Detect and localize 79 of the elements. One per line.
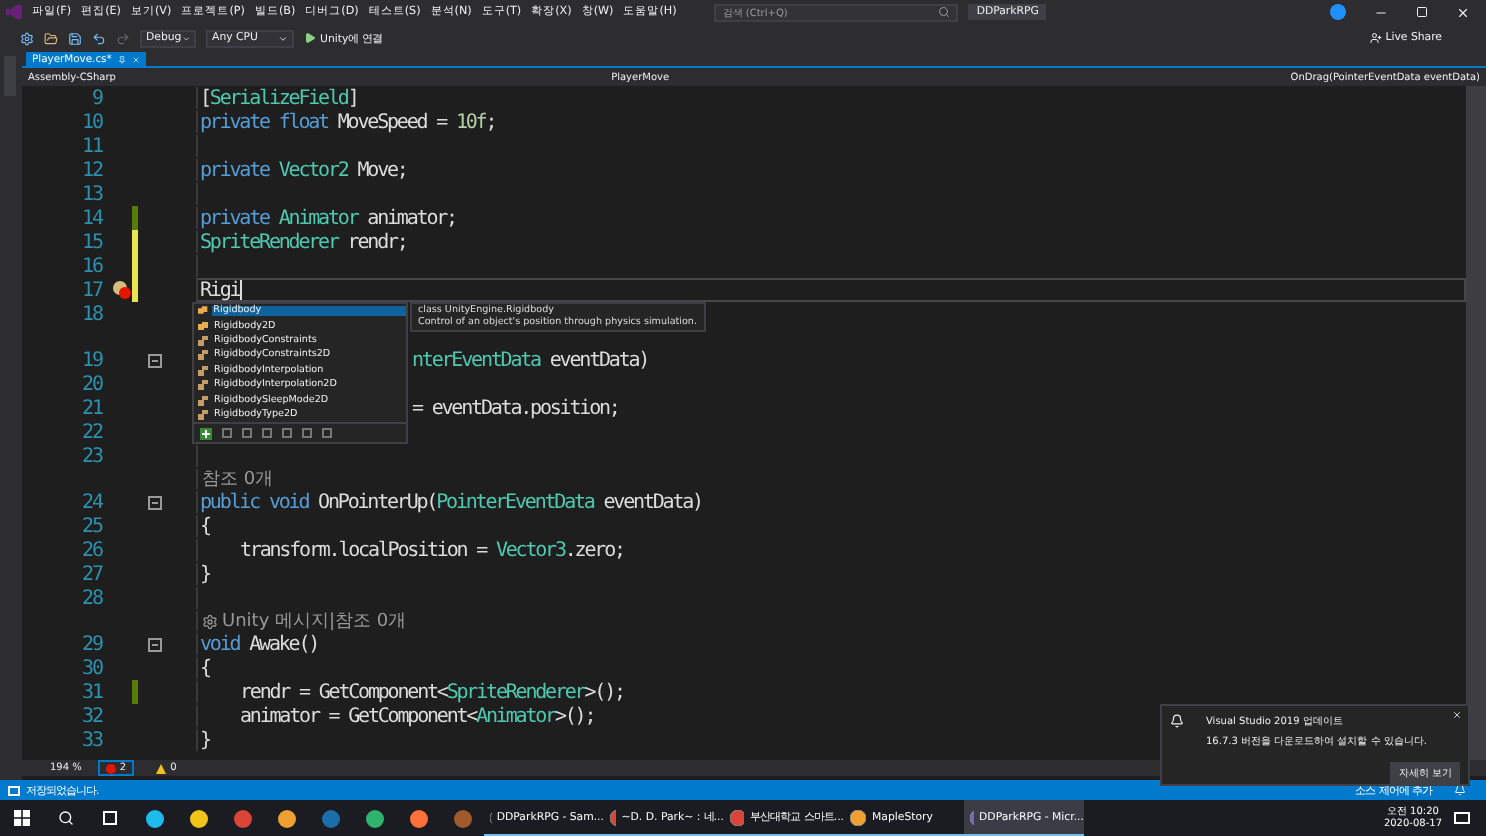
account-avatar[interactable]: [1330, 4, 1346, 20]
caret-icon: [181, 33, 190, 43]
line-number: 23: [79, 445, 102, 467]
line-number: 11: [79, 135, 102, 157]
code-line: Rigi: [200, 279, 242, 301]
redo-icon[interactable]: [116, 31, 130, 45]
search-icon: [938, 6, 951, 18]
settings-icon[interactable]: [20, 31, 34, 45]
error-icon: [105, 763, 116, 773]
line-number: 19: [79, 349, 102, 371]
line-number: 14: [79, 207, 102, 229]
code-line: private Animator animator;: [200, 207, 456, 229]
maximize-icon[interactable]: [1416, 6, 1428, 18]
scrollbar[interactable]: [1466, 86, 1486, 760]
enum-icon: [198, 350, 208, 361]
task-view-icon[interactable]: [102, 810, 118, 826]
code-line: animator = GetComponent<Animator>();: [240, 705, 595, 727]
line-number: 9: [89, 87, 102, 109]
enum-icon: [198, 365, 208, 376]
bell-icon[interactable]: [1454, 784, 1466, 796]
code-line: transform.localPosition = Vector3.zero;: [240, 539, 624, 561]
line-number: 17: [79, 279, 102, 301]
collapse-icon[interactable]: [148, 354, 162, 368]
notification-icon[interactable]: [1454, 811, 1470, 825]
bell-icon: [1170, 714, 1184, 728]
line-number: 28: [79, 587, 102, 609]
line-number: 25: [79, 515, 102, 537]
person-plus-icon: [1369, 32, 1382, 44]
line-number: 30: [79, 657, 102, 679]
line-number: 15: [79, 231, 102, 253]
code-line: {: [200, 657, 210, 679]
play-icon: [304, 32, 316, 44]
close-icon[interactable]: [1456, 5, 1470, 19]
line-number: 21: [79, 397, 102, 419]
class-icon: [198, 306, 208, 317]
line-number: 31: [79, 681, 102, 703]
search-icon[interactable]: [58, 810, 74, 826]
code-line: void Awake(): [200, 633, 319, 655]
pin-icon: [117, 55, 126, 63]
line-number: 20: [79, 373, 102, 395]
save-icon[interactable]: [68, 31, 82, 45]
code-line: }: [200, 563, 210, 585]
code-line: private Vector2 Move;: [200, 159, 407, 181]
enum-icon: [198, 409, 208, 420]
code-line: public void OnPointerUp(PointerEventData eventData): [200, 491, 702, 513]
line-number: 32: [79, 705, 102, 727]
line-number: 33: [79, 729, 102, 751]
line-number: 18: [79, 303, 102, 325]
code-line: {: [200, 515, 210, 537]
code-line: nterEventData eventData): [412, 349, 649, 371]
class-icon: [198, 321, 208, 332]
line-number: 12: [79, 159, 102, 181]
line-number: 10: [79, 111, 102, 133]
line-number: 26: [79, 539, 102, 561]
enum-icon: [198, 380, 208, 391]
collapse-icon[interactable]: [148, 638, 162, 652]
caret-icon: [278, 33, 288, 43]
line-number: 13: [79, 183, 102, 205]
windows-icon[interactable]: [14, 810, 30, 826]
line-number: 24: [79, 491, 102, 513]
line-number: 29: [79, 633, 102, 655]
enum-icon: [198, 335, 208, 346]
code-line: SpriteRenderer rendr;: [200, 231, 407, 253]
enum-icon: [198, 395, 208, 406]
code-line: [SerializeField]: [200, 87, 358, 109]
folder-icon[interactable]: [44, 31, 58, 45]
visual-studio-logo-icon: [6, 4, 22, 20]
line-number: 22: [79, 421, 102, 443]
line-number: 16: [79, 255, 102, 277]
line-number: 27: [79, 563, 102, 585]
code-lens[interactable]: 참조 0개: [202, 466, 274, 492]
code-lens[interactable]: Unity 메시지|참조 0개: [202, 608, 407, 634]
code-line: private float MoveSpeed = 10f;: [200, 111, 496, 133]
collapse-icon[interactable]: [148, 496, 162, 510]
code-line: }: [200, 729, 210, 751]
output-icon: [8, 785, 20, 795]
code-line: rendr = GetComponent<SpriteRenderer>();: [240, 681, 624, 703]
undo-icon[interactable]: [92, 31, 106, 45]
code-line: = eventData.position;: [412, 397, 619, 419]
